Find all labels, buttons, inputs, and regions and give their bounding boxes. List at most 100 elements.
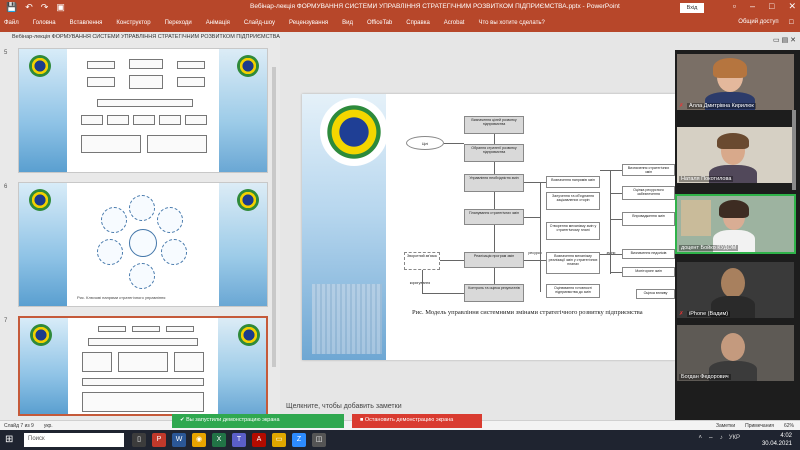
screen-sharing-status: ✔ Вы запустили демонстрацию экрана [172, 414, 344, 428]
diagram-node[interactable]: Визначення напрямів змін [546, 176, 600, 188]
video-panel-controls[interactable]: ▭ ▤ ✕ [760, 36, 796, 46]
diagram-node[interactable]: Визначення недоліків [622, 249, 675, 259]
connector-line [494, 268, 495, 284]
slide-caption[interactable]: Рис. Модель управління системними змінам… [412, 309, 670, 317]
university-logo-icon [29, 189, 51, 211]
video-panel-scrollbar[interactable] [792, 110, 796, 190]
task-view-icon[interactable]: ▯ [132, 433, 146, 447]
participant-name: Наталя Покотилова [679, 176, 734, 182]
volume-icon[interactable]: ♪ [720, 435, 723, 443]
diagram-node[interactable]: Реалізація програм змін [464, 252, 524, 268]
diagram-node[interactable]: Залучення та об'єднання зацікавлених сто… [546, 192, 600, 210]
diagram-node[interactable]: Визначення стратегічних змін [622, 164, 675, 176]
stop-sharing-button[interactable]: ■ Остановить демонстрацию экрана [352, 414, 482, 428]
teams-icon[interactable]: T [232, 433, 246, 447]
quick-access-toolbar: 💾 ↶ ↷ ▣ [6, 2, 65, 13]
tell-me-search[interactable]: Что вы хотите сделать? [478, 20, 544, 26]
close-icon[interactable]: ✕ [788, 1, 796, 12]
diagram-node[interactable]: Оцінка впливу [636, 289, 675, 299]
diagram-node[interactable]: Визначення механізму реалізації змін у с… [546, 252, 600, 274]
diagram-node[interactable]: Моніторинг змін [622, 267, 675, 277]
slide-thumbnail-5[interactable] [18, 48, 268, 173]
diagram-node[interactable]: Цілі [406, 136, 444, 150]
language-indicator[interactable]: укр. [44, 423, 53, 429]
slide-thumbnail-6[interactable]: Рис. Ключові напрями стратегічного управ… [18, 182, 268, 307]
windows-start-icon[interactable]: ⊞ [5, 434, 17, 446]
share-button[interactable]: Общий доступ [738, 19, 778, 26]
tab-transitions[interactable]: Переходи [165, 20, 192, 26]
tab-design[interactable]: Конструктор [116, 20, 150, 26]
current-slide[interactable]: Визначення цілей розвитку підприємства Ц… [302, 94, 675, 360]
network-icon[interactable]: ⌔ [708, 435, 714, 443]
diagram-node[interactable]: Визначення цілей розвитку підприємства [464, 116, 524, 134]
language-indicator[interactable]: УКР [729, 435, 740, 443]
connector-line [444, 143, 464, 144]
diagram-node[interactable]: Зворотний зв'язок [404, 252, 440, 270]
connector-line [610, 219, 622, 220]
connector-line [440, 260, 464, 261]
thumbnail-diagram [77, 55, 209, 165]
tab-officetab[interactable]: OfficeTab [367, 20, 392, 26]
diagram-node[interactable]: Планування стратегічних змін [464, 209, 524, 225]
slide-thumbnail-7[interactable] [18, 316, 268, 416]
chrome-icon[interactable]: ◉ [192, 433, 206, 447]
participant-tile[interactable]: Богдан Федорович [677, 325, 794, 381]
clock[interactable]: 4:02 30.04.2021 [762, 432, 792, 448]
tab-file[interactable]: Файл [4, 20, 19, 26]
tab-view[interactable]: Вид [342, 20, 353, 26]
start-slideshow-icon[interactable]: ▣ [56, 2, 65, 13]
maximize-icon[interactable]: □ [769, 1, 774, 12]
redo-icon[interactable]: ↷ [41, 2, 49, 13]
file-explorer-icon[interactable]: ▭ [272, 433, 286, 447]
tab-slideshow[interactable]: Слайд-шоу [244, 20, 275, 26]
tab-help[interactable]: Справка [406, 20, 430, 26]
connector-line [610, 193, 622, 194]
comments-toggle[interactable]: Примечания [745, 423, 774, 429]
notes-toggle[interactable]: Заметки [716, 423, 735, 429]
tab-animations[interactable]: Анімація [206, 20, 230, 26]
diagram-node[interactable]: Створення механізму змін у стратегічному… [546, 222, 600, 240]
powerpoint-icon[interactable]: P [152, 433, 166, 447]
window-title: Вебінар-лекція ФОРМУВАННЯ СИСТЕМИ УПРАВЛ… [250, 3, 620, 10]
tab-insert[interactable]: Вставлення [70, 20, 103, 26]
acrobat-icon[interactable]: A [252, 433, 266, 447]
taskbar-search[interactable]: Поиск [24, 433, 124, 447]
pane-scrollbar[interactable] [272, 67, 276, 367]
diagram-node[interactable]: Оцінка ресурсного забезпечення [622, 186, 675, 200]
participant-tile[interactable]: ✗ Алла Дмитрівна Кирилюк [677, 54, 794, 110]
university-logo-icon [320, 98, 388, 166]
document-tab[interactable]: Вебінар-лекція ФОРМУВАННЯ СИСТЕМИ УПРАВЛ… [0, 34, 280, 44]
thumbnail-circle-diagram [77, 189, 209, 299]
participant-tile[interactable]: ✗ iPhone (Вадим) [677, 262, 794, 318]
comments-icon[interactable]: ☐ [789, 19, 794, 26]
diagram-node[interactable]: Впровадження змін [622, 212, 675, 226]
zoom-icon[interactable]: Z [292, 433, 306, 447]
participant-tile-active-speaker[interactable]: доцент Бойко КУДОМ [675, 194, 796, 254]
slide-thumbnail-pane: Вебінар-лекція ФОРМУВАННЯ СИСТЕМИ УПРАВЛ… [0, 32, 280, 420]
diagram-label: коригування [402, 280, 438, 288]
signin-button[interactable]: Вхід [680, 3, 704, 13]
change-management-diagram: Визначення цілей розвитку підприємства Ц… [402, 104, 675, 304]
excel-icon[interactable]: X [212, 433, 226, 447]
diagram-node[interactable]: Контроль та оцінка результатів [464, 284, 524, 302]
title-bar: 💾 ↶ ↷ ▣ Вебінар-лекція ФОРМУВАННЯ СИСТЕМ… [0, 0, 800, 16]
undo-icon[interactable]: ↶ [25, 2, 33, 13]
diagram-node[interactable]: Управління необхідністю змін [464, 174, 524, 192]
taskbar-apps: ▯ P W ◉ X T A ▭ Z ◫ [132, 433, 326, 447]
diagram-node[interactable]: Обрання стратегії розвитку підприємства [464, 144, 524, 162]
participant-video [717, 133, 749, 149]
minimize-icon[interactable]: – [750, 1, 755, 12]
diagram-node[interactable]: Оцінювання готовності підприємства до зм… [546, 284, 600, 298]
tab-home[interactable]: Головна [33, 20, 56, 26]
ribbon-display-icon[interactable]: ▫ [733, 1, 736, 12]
save-icon[interactable]: 💾 [6, 2, 17, 13]
participant-name: Богдан Федорович [679, 374, 731, 380]
chevron-up-icon[interactable]: ˄ [699, 435, 703, 443]
tab-acrobat[interactable]: Acrobat [444, 20, 465, 26]
tab-review[interactable]: Рецензування [289, 20, 328, 26]
word-icon[interactable]: W [172, 433, 186, 447]
app-icon[interactable]: ◫ [312, 433, 326, 447]
participant-video [721, 333, 745, 361]
participant-tile[interactable]: Наталя Покотилова [677, 127, 794, 183]
zoom-level[interactable]: 62% [784, 423, 794, 429]
